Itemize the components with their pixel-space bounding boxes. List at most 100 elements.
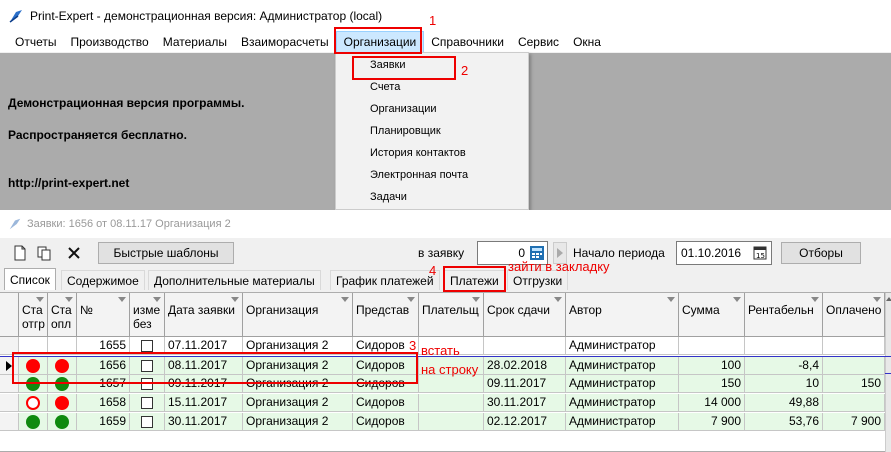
cell-payer[interactable]	[419, 413, 484, 431]
tab-payment-schedule[interactable]: График платежей	[330, 270, 440, 290]
column-header-profitability[interactable]: Рентабельн	[745, 293, 823, 337]
column-header-due-date[interactable]: Срок сдачи	[484, 293, 566, 337]
menu-references[interactable]: Справочники	[424, 32, 511, 52]
cell-due[interactable]: 09.11.2017	[484, 375, 566, 393]
cell-profit[interactable]	[745, 337, 823, 355]
sort-arrow-icon	[231, 297, 239, 302]
cell-payer[interactable]	[419, 394, 484, 412]
cell-org[interactable]: Организация 2	[243, 413, 353, 431]
arrow-right-icon	[557, 248, 563, 258]
column-header-paid[interactable]: Оплачено	[823, 293, 885, 337]
row-checkbox[interactable]	[141, 416, 153, 428]
annotation-box-tab	[443, 266, 506, 292]
cell-sum[interactable]: 7 900	[679, 413, 745, 431]
dropdown-item-email[interactable]: Электронная почта	[370, 169, 468, 181]
column-header-changed[interactable]: изме без	[130, 293, 165, 337]
copy-icon[interactable]	[36, 245, 52, 261]
cell-date[interactable]: 30.11.2017	[165, 413, 243, 431]
changed-checkbox-cell[interactable]	[130, 413, 165, 431]
cell-sum[interactable]: 100	[679, 357, 745, 375]
cell-profit[interactable]: 10	[745, 375, 823, 393]
cell-due[interactable]: 02.12.2017	[484, 413, 566, 431]
cell-sum[interactable]: 150	[679, 375, 745, 393]
cell-paid[interactable]: 7 900	[823, 413, 885, 431]
row-checkbox[interactable]	[141, 397, 153, 409]
annotation-box-menu	[334, 27, 422, 54]
cell-author[interactable]: Администратор	[566, 357, 679, 375]
cell-rep[interactable]: Сидоров	[353, 413, 419, 431]
status-indicator-icon	[55, 396, 69, 410]
column-header-sum[interactable]: Сумма	[679, 293, 745, 337]
dropdown-item-planner[interactable]: Планировщик	[370, 125, 441, 137]
dropdown-item-contact-history[interactable]: История контактов	[370, 147, 466, 159]
calendar-icon[interactable]: 15	[753, 246, 767, 260]
sort-arrow-icon	[554, 297, 562, 302]
cell-paid[interactable]: 150	[823, 375, 885, 393]
delete-icon[interactable]	[66, 245, 82, 261]
cell-sum[interactable]	[679, 337, 745, 355]
cell-author[interactable]: Администратор	[566, 375, 679, 393]
menu-production[interactable]: Производство	[63, 32, 155, 52]
column-header-ship-status[interactable]: Ста отгр	[19, 293, 48, 337]
cell-author[interactable]: Администратор	[566, 413, 679, 431]
cell-paid[interactable]	[823, 357, 885, 375]
menu-materials[interactable]: Материалы	[156, 32, 234, 52]
quick-templates-button[interactable]: Быстрые шаблоны	[98, 242, 234, 264]
to-request-label: в заявку	[418, 246, 465, 260]
requests-window-title: Заявки: 1656 от 08.11.17 Организация 2	[27, 218, 231, 230]
table-row[interactable]: 1659 30.11.2017 Организация 2 Сидоров 02.12.…	[0, 413, 891, 431]
column-header-representative[interactable]: Представ	[353, 293, 419, 337]
column-header-pay-status[interactable]: Ста опл	[48, 293, 77, 337]
menu-reports[interactable]: Отчеты	[8, 32, 63, 52]
dropdown-item-tasks[interactable]: Задачи	[370, 191, 407, 203]
row-checkbox[interactable]	[141, 340, 153, 352]
cell-author[interactable]: Администратор	[566, 394, 679, 412]
column-header-organization[interactable]: Организация	[243, 293, 353, 337]
dropdown-item-organizations[interactable]: Организации	[370, 103, 437, 115]
ship-status-cell[interactable]	[19, 394, 48, 412]
cell-due[interactable]: 28.02.2018	[484, 357, 566, 375]
tab-additional-materials[interactable]: Дополнительные материалы	[148, 270, 321, 290]
status-indicator-icon	[26, 415, 40, 429]
annotation-stand-on: встать	[421, 343, 460, 358]
menu-service[interactable]: Сервис	[511, 32, 566, 52]
column-header-number[interactable]: №	[77, 293, 130, 337]
requests-toolbar: Быстрые шаблоны в заявку 0 Начало период…	[0, 238, 891, 268]
column-header-payer[interactable]: Плательщ	[419, 293, 484, 337]
cell-payer[interactable]	[419, 375, 484, 393]
cell-profit[interactable]: 49,88	[745, 394, 823, 412]
filters-button[interactable]: Отборы	[781, 242, 861, 264]
cell-paid[interactable]	[823, 394, 885, 412]
annotation-step-3: 3	[409, 338, 417, 353]
tab-contents[interactable]: Содержимое	[61, 270, 145, 290]
svg-text:15: 15	[756, 252, 765, 260]
changed-checkbox-cell[interactable]	[130, 394, 165, 412]
pay-status-cell[interactable]	[48, 394, 77, 412]
new-document-icon[interactable]	[12, 245, 28, 261]
cell-profit[interactable]: -8,4	[745, 357, 823, 375]
cell-author[interactable]: Администратор	[566, 337, 679, 355]
sort-arrow-icon	[407, 297, 415, 302]
dropdown-item-invoices[interactable]: Счета	[370, 81, 400, 93]
column-header-author[interactable]: Автор	[566, 293, 679, 337]
pay-status-cell[interactable]	[48, 413, 77, 431]
tab-list[interactable]: Список	[4, 268, 56, 290]
cell-rep[interactable]: Сидоров	[353, 394, 419, 412]
menu-windows[interactable]: Окна	[566, 32, 608, 52]
cell-profit[interactable]: 53,76	[745, 413, 823, 431]
status-indicator-icon	[26, 396, 40, 410]
cell-num[interactable]: 1659	[77, 413, 130, 431]
cell-org[interactable]: Организация 2	[243, 394, 353, 412]
ship-status-cell[interactable]	[19, 413, 48, 431]
cell-paid[interactable]	[823, 337, 885, 355]
requests-window-titlebar: Заявки: 1656 от 08.11.17 Организация 2	[0, 210, 891, 238]
table-row[interactable]: 1658 15.11.2017 Организация 2 Сидоров 30.11.…	[0, 394, 891, 412]
cell-num[interactable]: 1658	[77, 394, 130, 412]
sort-arrow-icon	[733, 297, 741, 302]
cell-sum[interactable]: 14 000	[679, 394, 745, 412]
cell-due[interactable]	[484, 337, 566, 355]
column-header-request-date[interactable]: Дата заявки	[165, 293, 243, 337]
cell-due[interactable]: 30.11.2017	[484, 394, 566, 412]
cell-date[interactable]: 15.11.2017	[165, 394, 243, 412]
menu-settlements[interactable]: Взаиморасчеты	[234, 32, 336, 52]
